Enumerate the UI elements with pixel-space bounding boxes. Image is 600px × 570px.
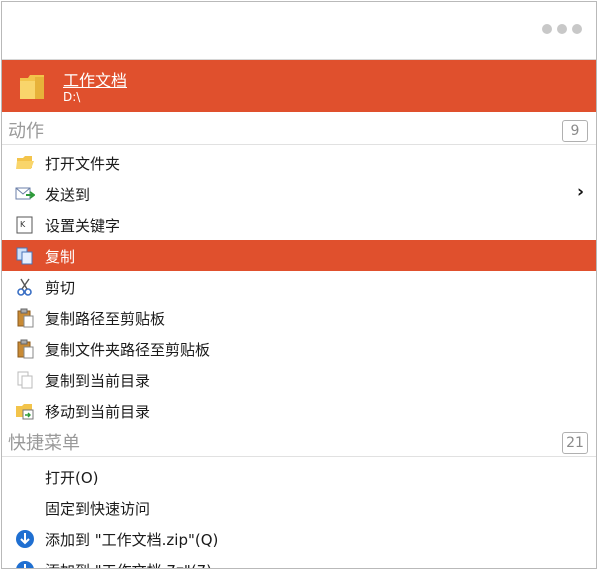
list-item-label: 复制到当前目录 [45,372,151,390]
result-path: D:\ [63,90,81,104]
archive-icon [16,530,34,548]
list-item-label: 移动到当前目录 [45,403,151,421]
result-title[interactable]: 工作文档 [63,67,127,91]
list-item-label: 设置关键字 [45,217,121,235]
count-badge: 9 [562,120,588,142]
list-item[interactable]: 发送到 › [2,178,596,209]
list-item-label: 发送到 [45,186,91,204]
selected-result[interactable]: 工作文档 D:\ [2,60,596,112]
more-options-icon[interactable] [542,24,582,34]
list-item-label: 打开文件夹 [45,155,121,173]
list-item[interactable]: 固定到快速访问 [2,492,596,523]
list-item[interactable]: 打开(O) [2,461,596,492]
count-badge: 21 [562,432,588,454]
list-item[interactable]: 复制文件夹路径至剪贴板 [2,333,596,364]
svg-text:K: K [20,220,26,229]
clipboard-icon [17,308,34,328]
list-item-label: 固定到快速访问 [45,500,151,518]
copy-to-dir-icon [17,371,33,389]
section-title: 动作 [8,121,44,142]
launcher-window: 工作文档 D:\ 动作 9 打开文件夹发送到 › K 设置关键字复制剪切复制路径至剪贴… [1,1,597,569]
send-to-icon [15,187,35,200]
list-item[interactable]: 复制 [2,240,596,271]
clipboard-icon [17,339,34,359]
list-item[interactable]: 移动到当前目录 [2,395,596,426]
open-folder-icon [16,156,34,169]
list-item[interactable]: K 设置关键字 [2,209,596,240]
list-item-label: 复制文件夹路径至剪贴板 [45,341,211,359]
list-item-label: 复制路径至剪贴板 [45,310,166,328]
quick-menu-section-header: 快捷菜单 21 [2,426,596,457]
archive-icon [16,561,34,568]
scissors-icon [17,278,32,296]
list-item[interactable]: 添加到 "工作文档.zip"(Q) [2,523,596,554]
move-to-dir-icon [16,404,34,420]
list-item[interactable]: 打开文件夹 [2,147,596,178]
folder-icon [20,75,44,99]
list-item[interactable]: 复制路径至剪贴板 [2,302,596,333]
list-item[interactable]: 复制到当前目录 [2,364,596,395]
list-item-label: 打开(O) [45,469,99,487]
list-item-label: 复制 [45,248,76,266]
copy-icon [16,247,33,265]
list-item[interactable]: 添加到 "工作文档.7z"(7) [2,554,596,568]
search-bar[interactable] [2,2,596,60]
keyword-icon: K [16,216,33,234]
list-item-label: 添加到 "工作文档.zip"(Q) [45,531,219,549]
chevron-right-icon: › [576,182,584,202]
section-title: 快捷菜单 [8,433,80,454]
list-item-label: 剪切 [45,279,76,297]
actions-section-header: 动作 9 [2,114,596,145]
list-item-label: 添加到 "工作文档.7z"(7) [45,560,212,568]
list-item[interactable]: 剪切 [2,271,596,302]
